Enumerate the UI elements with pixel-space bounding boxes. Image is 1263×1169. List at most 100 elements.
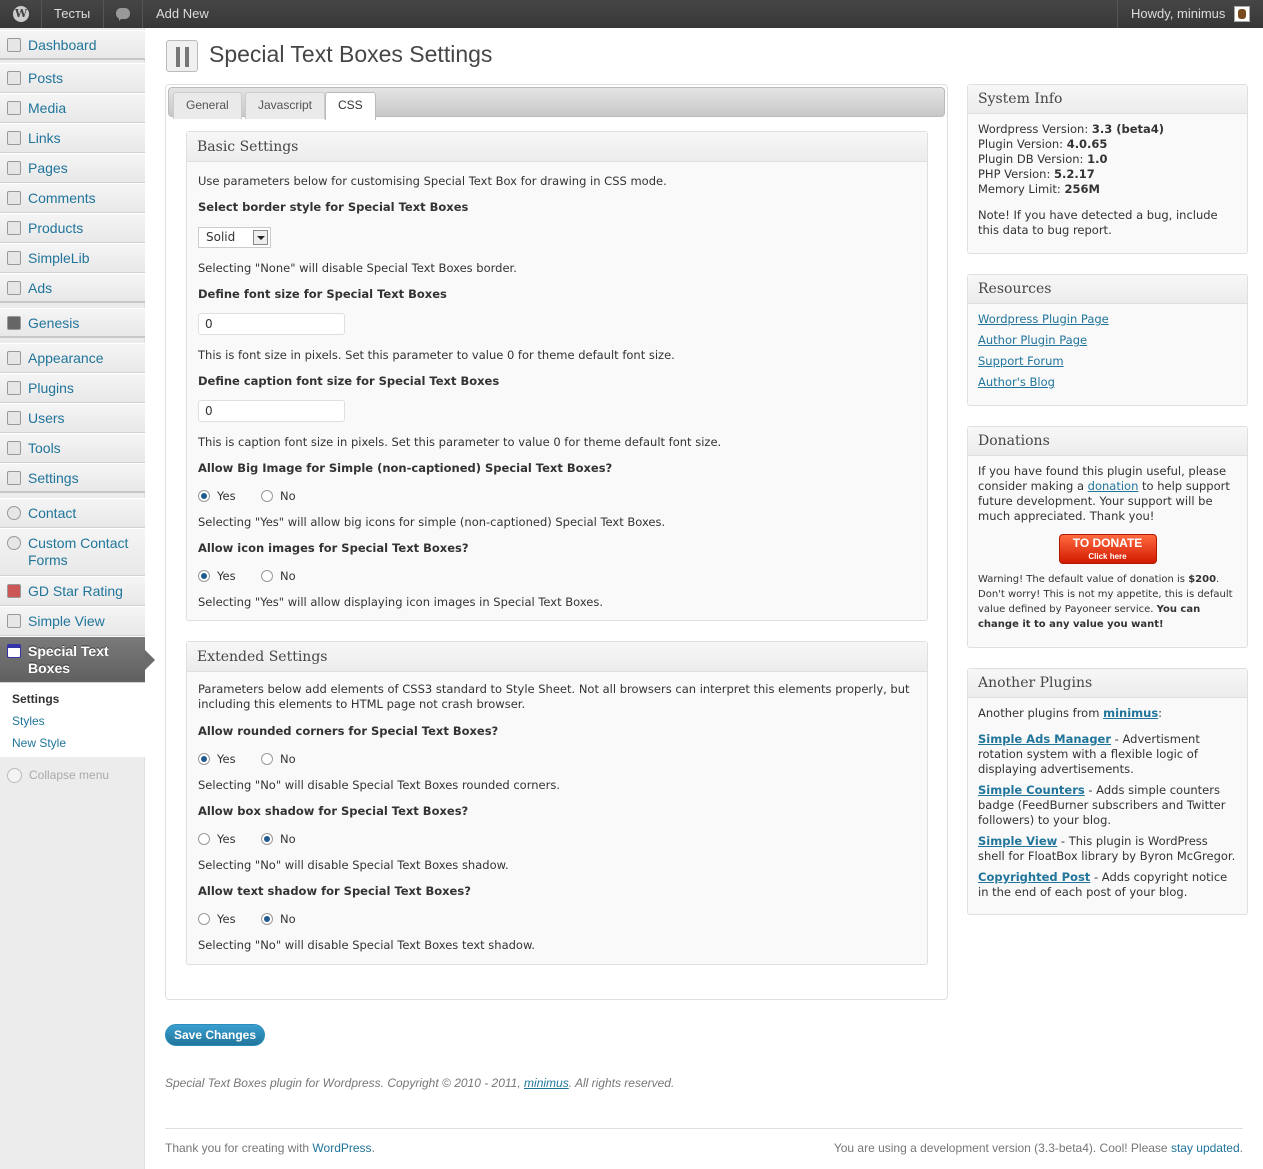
sidebar-item-genesis[interactable]: Genesis	[0, 308, 145, 338]
extended-intro: Parameters below add elements of CSS3 st…	[198, 682, 910, 711]
info-row: PHP Version: 5.2.17	[978, 167, 1095, 181]
border-style-note: Selecting "None" will disable Special Te…	[198, 261, 517, 275]
sidebar-item-tools[interactable]: Tools	[0, 433, 145, 463]
sidebar-item-dashboard[interactable]: Dashboard	[0, 30, 145, 60]
sidebar-item-pages[interactable]: Pages	[0, 153, 145, 183]
big-image-no-radio[interactable]: No	[261, 489, 296, 503]
links-icon	[7, 131, 21, 145]
add-new-link[interactable]: Add New	[156, 0, 209, 28]
donations-text: If you have found this plugin useful, pl…	[978, 464, 1230, 523]
submenu: Settings Styles New Style	[0, 683, 145, 757]
caption-font-size-note: This is caption font size in pixels. Set…	[198, 435, 722, 449]
sidebar-item-ads[interactable]: Ads	[0, 273, 145, 303]
star-icon	[7, 584, 21, 598]
sidebar-item-users[interactable]: Users	[0, 403, 145, 433]
submenu-new-style[interactable]: New Style	[12, 736, 66, 750]
contact-icon	[7, 536, 21, 550]
donate-button[interactable]: TO DONATE Click here	[1058, 534, 1157, 564]
dashboard-icon	[7, 38, 21, 52]
wordpress-plugin-page-link[interactable]: Wordpress Plugin Page	[978, 312, 1109, 326]
authors-blog-link[interactable]: Author's Blog	[978, 375, 1055, 389]
site-name-link[interactable]: Тесты	[54, 0, 90, 28]
donation-warning: Warning! The default value of donation i…	[978, 574, 1233, 630]
radio-checked-icon	[198, 490, 210, 502]
system-info-title: System Info	[968, 85, 1247, 114]
another-plugins-title: Another Plugins	[968, 669, 1247, 698]
stb-icon	[7, 644, 21, 658]
sidebar-item-special-text-boxes[interactable]: Special Text Boxes	[0, 636, 155, 683]
users-icon	[7, 411, 21, 425]
border-style-select[interactable]: Solid	[198, 227, 271, 248]
tab-general[interactable]: General	[173, 92, 242, 119]
copyright-line: Special Text Boxes plugin for Wordpress.…	[165, 1076, 675, 1090]
avatar[interactable]	[1234, 6, 1250, 22]
icon-images-no-radio[interactable]: No	[261, 569, 296, 583]
radio-checked-icon	[261, 913, 273, 925]
rounded-corners-label: Allow rounded corners for Special Text B…	[198, 724, 499, 738]
sidebar-item-settings[interactable]: Settings	[0, 463, 145, 493]
tab-bar: General Javascript CSS	[168, 87, 945, 120]
resources-title: Resources	[968, 275, 1247, 304]
support-forum-link[interactable]: Support Forum	[978, 354, 1064, 368]
simple-ads-manager-link[interactable]: Simple Ads Manager	[978, 732, 1111, 746]
info-row: Wordpress Version: 3.3 (beta4)	[978, 122, 1165, 136]
collapse-menu-button[interactable]: Collapse menu	[7, 768, 109, 784]
extended-settings-title: Extended Settings	[187, 642, 927, 672]
simple-view-link[interactable]: Simple View	[978, 834, 1057, 848]
box-shadow-yes-radio[interactable]: Yes	[198, 832, 236, 846]
big-image-yes-radio[interactable]: Yes	[198, 489, 236, 503]
caption-font-size-input[interactable]: 0	[198, 400, 345, 422]
page-title: Special Text Boxes Settings	[209, 41, 493, 67]
tab-javascript[interactable]: Javascript	[245, 92, 326, 119]
submenu-styles[interactable]: Styles	[12, 714, 45, 728]
sidebar-item-media[interactable]: Media	[0, 93, 145, 123]
font-size-input[interactable]: 0	[198, 313, 345, 335]
sidebar-item-products[interactable]: Products	[0, 213, 145, 243]
sidebar-item-links[interactable]: Links	[0, 123, 145, 153]
plugins-icon	[7, 381, 21, 395]
border-style-label: Select border style for Special Text Box…	[198, 200, 469, 214]
text-shadow-yes-radio[interactable]: Yes	[198, 912, 236, 926]
stay-updated-link[interactable]: stay updated	[1171, 1141, 1240, 1155]
submenu-settings[interactable]: Settings	[12, 692, 59, 706]
sidebar-item-plugins[interactable]: Plugins	[0, 373, 145, 403]
pages-icon	[7, 161, 21, 175]
rounded-no-radio[interactable]: No	[261, 752, 296, 766]
plugin-item: Simple Ads Manager - Advertisment rotati…	[978, 732, 1200, 776]
sidebar-item-gd-star-rating[interactable]: GD Star Rating	[0, 576, 145, 606]
sidebar-item-comments[interactable]: Comments	[0, 183, 145, 213]
comments-bubble-icon[interactable]	[116, 8, 130, 21]
author-plugin-page-link[interactable]: Author Plugin Page	[978, 333, 1087, 347]
rounded-yes-radio[interactable]: Yes	[198, 752, 236, 766]
wordpress-link[interactable]: WordPress	[312, 1141, 371, 1155]
save-changes-button[interactable]: Save Changes	[165, 1024, 265, 1046]
simple-counters-link[interactable]: Simple Counters	[978, 783, 1085, 797]
sidebar-item-simple-view[interactable]: Simple View	[0, 606, 145, 636]
radio-checked-icon	[198, 570, 210, 582]
donation-link[interactable]: donation	[1088, 479, 1139, 493]
tab-css[interactable]: CSS	[325, 92, 376, 120]
wordpress-logo-icon[interactable]: W	[13, 6, 29, 22]
basic-settings-title: Basic Settings	[187, 132, 927, 162]
collapse-arrow-icon	[7, 768, 22, 784]
divider	[1117, 0, 1118, 28]
radio-unchecked-icon	[261, 570, 273, 582]
icon-images-yes-radio[interactable]: Yes	[198, 569, 236, 583]
sysinfo-note: Note! If you have detected a bug, includ…	[978, 208, 1218, 237]
box-shadow-no-radio[interactable]: No	[261, 832, 296, 846]
copyrighted-post-link[interactable]: Copyrighted Post	[978, 870, 1090, 884]
sidebar-item-posts[interactable]: Posts	[0, 63, 145, 93]
howdy-link[interactable]: Howdy, minimus	[1131, 0, 1225, 28]
sidebar-item-custom-contact-forms[interactable]: Custom Contact Forms	[0, 528, 145, 576]
simpleview-icon	[7, 614, 21, 628]
sidebar-item-contact[interactable]: Contact	[0, 498, 145, 528]
text-shadow-no-radio[interactable]: No	[261, 912, 296, 926]
sidebar-item-simplelib[interactable]: SimpleLib	[0, 243, 145, 273]
radio-unchecked-icon	[198, 833, 210, 845]
sidebar-item-appearance[interactable]: Appearance	[0, 343, 145, 373]
footer-thanks: Thank you for creating with WordPress.	[165, 1141, 375, 1155]
author-link[interactable]: minimus	[524, 1076, 569, 1090]
divider	[41, 0, 42, 28]
minimus-link[interactable]: minimus	[1103, 706, 1158, 720]
info-row: Memory Limit: 256M	[978, 182, 1100, 196]
